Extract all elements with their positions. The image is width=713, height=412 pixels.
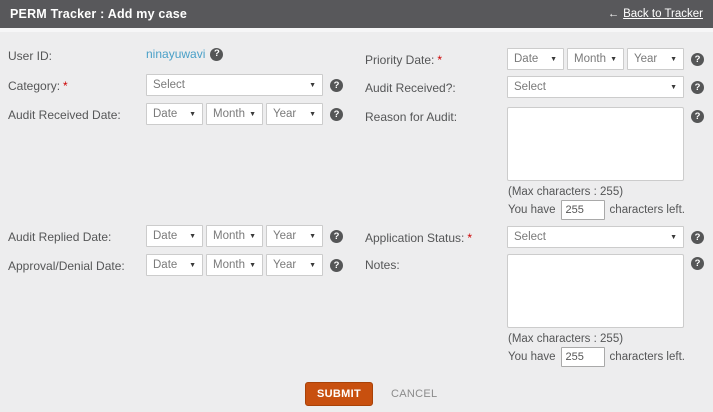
audit-received-label: Audit Received?: bbox=[365, 81, 456, 95]
year-select-value: Year bbox=[634, 53, 657, 65]
cancel-link[interactable]: CANCEL bbox=[391, 388, 437, 400]
chevron-down-icon: ▼ bbox=[309, 233, 316, 240]
help-icon[interactable]: ? bbox=[210, 48, 223, 61]
chevron-down-icon: ▼ bbox=[610, 56, 617, 63]
user-id-label: User ID: bbox=[8, 49, 52, 63]
page-title: PERM Tracker : Add my case bbox=[10, 7, 187, 21]
required-asterisk: * bbox=[467, 231, 472, 245]
priority-date-label-text: Priority Date: bbox=[365, 53, 434, 67]
approval-denial-date-group: Date ▼ Month ▼ Year ▼ bbox=[146, 254, 323, 276]
application-status-select-value: Select bbox=[514, 231, 546, 243]
back-to-tracker-link[interactable]: ← Back to Tracker bbox=[608, 8, 703, 20]
chars-left-suffix: characters left. bbox=[610, 204, 685, 216]
help-icon[interactable]: ? bbox=[691, 257, 704, 270]
audit-replied-date-label: Audit Replied Date: bbox=[8, 230, 111, 244]
category-select-value: Select bbox=[153, 79, 185, 91]
chars-left-prefix: You have bbox=[508, 204, 556, 216]
help-icon[interactable]: ? bbox=[691, 110, 704, 123]
audit-received-select[interactable]: Select ▼ bbox=[507, 76, 684, 98]
help-icon[interactable]: ? bbox=[691, 53, 704, 66]
reason-chars-left-row: You have characters left. bbox=[508, 200, 685, 220]
user-id-value-row: ninayuwavi ? bbox=[146, 47, 223, 61]
approval-denial-date-label: Approval/Denial Date: bbox=[8, 259, 125, 273]
notes-label: Notes: bbox=[365, 258, 400, 272]
priority-date-group: Date ▼ Month ▼ Year ▼ bbox=[507, 48, 684, 70]
chevron-down-icon: ▼ bbox=[670, 234, 677, 241]
approval-denial-date-month-select[interactable]: Month ▼ bbox=[206, 254, 263, 276]
chevron-down-icon: ▼ bbox=[309, 111, 316, 118]
approval-denial-date-year-select[interactable]: Year ▼ bbox=[266, 254, 323, 276]
help-icon[interactable]: ? bbox=[691, 81, 704, 94]
chars-left-suffix: characters left. bbox=[610, 351, 685, 363]
user-id-value[interactable]: ninayuwavi bbox=[146, 47, 205, 61]
approval-denial-date-day-select[interactable]: Date ▼ bbox=[146, 254, 203, 276]
perm-tracker-add-case-page: PERM Tracker : Add my case ← Back to Tra… bbox=[0, 0, 713, 412]
audit-replied-date-year-select[interactable]: Year ▼ bbox=[266, 225, 323, 247]
priority-date-day-select[interactable]: Date ▼ bbox=[507, 48, 564, 70]
audit-replied-date-month-select[interactable]: Month ▼ bbox=[206, 225, 263, 247]
back-arrow-icon: ← bbox=[608, 8, 620, 20]
reason-max-chars-note: (Max characters : 255) bbox=[508, 186, 623, 198]
notes-chars-left-input[interactable] bbox=[561, 347, 605, 367]
notes-textarea[interactable] bbox=[507, 254, 684, 328]
chevron-down-icon: ▼ bbox=[309, 82, 316, 89]
month-select-value: Month bbox=[213, 259, 245, 271]
reason-for-audit-textarea[interactable] bbox=[507, 107, 684, 181]
help-icon[interactable]: ? bbox=[691, 231, 704, 244]
category-label-text: Category: bbox=[8, 79, 60, 93]
priority-date-label: Priority Date:* bbox=[365, 53, 442, 67]
submit-button[interactable]: SUBMIT bbox=[305, 382, 373, 406]
help-icon[interactable]: ? bbox=[330, 108, 343, 121]
chars-left-prefix: You have bbox=[508, 351, 556, 363]
notes-chars-left-row: You have characters left. bbox=[508, 347, 685, 367]
application-status-select[interactable]: Select ▼ bbox=[507, 226, 684, 248]
audit-received-date-group: Date ▼ Month ▼ Year ▼ bbox=[146, 103, 323, 125]
back-link-label: Back to Tracker bbox=[623, 8, 703, 20]
help-icon[interactable]: ? bbox=[330, 79, 343, 92]
application-status-label-text: Application Status: bbox=[365, 231, 464, 245]
month-select-value: Month bbox=[574, 53, 606, 65]
help-icon[interactable]: ? bbox=[330, 230, 343, 243]
category-label: Category:* bbox=[8, 79, 68, 93]
audit-received-date-month-select[interactable]: Month ▼ bbox=[206, 103, 263, 125]
month-select-value: Month bbox=[213, 230, 245, 242]
audit-replied-date-day-select[interactable]: Date ▼ bbox=[146, 225, 203, 247]
reason-chars-left-input[interactable] bbox=[561, 200, 605, 220]
required-asterisk: * bbox=[437, 53, 442, 67]
day-select-value: Date bbox=[514, 53, 538, 65]
header-divider bbox=[0, 28, 713, 32]
application-status-label: Application Status:* bbox=[365, 231, 472, 245]
reason-for-audit-label: Reason for Audit: bbox=[365, 110, 457, 124]
audit-replied-date-group: Date ▼ Month ▼ Year ▼ bbox=[146, 225, 323, 247]
required-asterisk: * bbox=[63, 79, 68, 93]
audit-received-date-day-select[interactable]: Date ▼ bbox=[146, 103, 203, 125]
chevron-down-icon: ▼ bbox=[670, 56, 677, 63]
priority-date-year-select[interactable]: Year ▼ bbox=[627, 48, 684, 70]
chevron-down-icon: ▼ bbox=[189, 262, 196, 269]
chevron-down-icon: ▼ bbox=[249, 262, 256, 269]
chevron-down-icon: ▼ bbox=[189, 111, 196, 118]
year-select-value: Year bbox=[273, 108, 296, 120]
audit-received-date-year-select[interactable]: Year ▼ bbox=[266, 103, 323, 125]
chevron-down-icon: ▼ bbox=[189, 233, 196, 240]
notes-max-chars-note: (Max characters : 255) bbox=[508, 333, 623, 345]
year-select-value: Year bbox=[273, 230, 296, 242]
audit-received-select-value: Select bbox=[514, 81, 546, 93]
category-select[interactable]: Select ▼ bbox=[146, 74, 323, 96]
chevron-down-icon: ▼ bbox=[249, 233, 256, 240]
help-icon[interactable]: ? bbox=[330, 259, 343, 272]
form-actions: SUBMIT CANCEL bbox=[305, 382, 437, 406]
chevron-down-icon: ▼ bbox=[249, 111, 256, 118]
audit-received-date-label: Audit Received Date: bbox=[8, 108, 121, 122]
priority-date-month-select[interactable]: Month ▼ bbox=[567, 48, 624, 70]
chevron-down-icon: ▼ bbox=[670, 84, 677, 91]
chevron-down-icon: ▼ bbox=[550, 56, 557, 63]
year-select-value: Year bbox=[273, 259, 296, 271]
chevron-down-icon: ▼ bbox=[309, 262, 316, 269]
header-bar: PERM Tracker : Add my case ← Back to Tra… bbox=[0, 0, 713, 28]
day-select-value: Date bbox=[153, 230, 177, 242]
month-select-value: Month bbox=[213, 108, 245, 120]
day-select-value: Date bbox=[153, 108, 177, 120]
day-select-value: Date bbox=[153, 259, 177, 271]
